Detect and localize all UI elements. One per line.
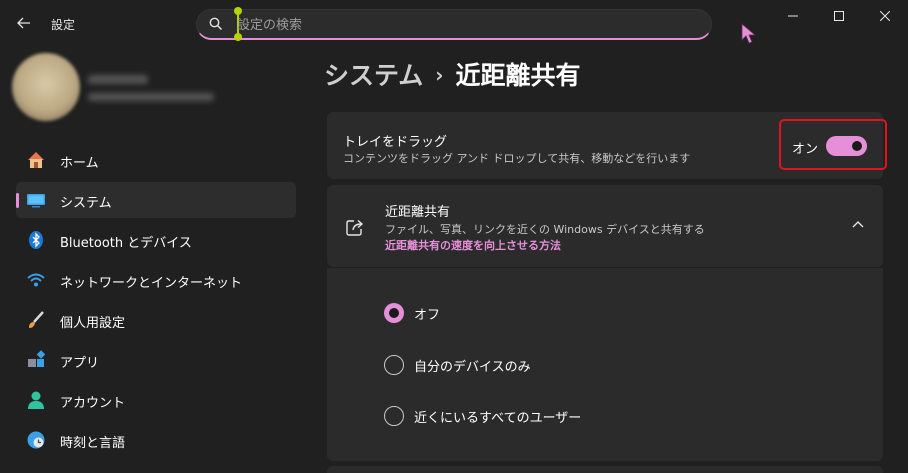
breadcrumb: システム › 近距離共有 [324, 56, 581, 92]
back-arrow-icon [17, 17, 30, 29]
minimize-button[interactable] [770, 0, 816, 32]
sidebar-item-home[interactable]: ホーム [16, 142, 296, 178]
radio-label: 自分のデバイスのみ [414, 359, 531, 375]
search-icon [209, 17, 223, 31]
sidebar-item-network[interactable]: ネットワークとインターネット [16, 262, 296, 298]
user-name-blurred [88, 75, 148, 84]
nearby-sharing-options-panel: オフ 自分のデバイスのみ 近くにいるすべてのユーザー [327, 268, 883, 461]
back-button[interactable] [10, 11, 38, 35]
toggle-state-label: オン [792, 142, 819, 157]
sidebar-item-label: システム [60, 196, 112, 211]
nearby-sharing-card-header[interactable]: 近距離共有 ファイル、写真、リンクを近くの Windows デバイスと共有する … [327, 185, 883, 267]
speed-help-link[interactable]: 近距離共有の速度を向上させる方法 [385, 237, 561, 253]
window-controls [770, 0, 908, 32]
breadcrumb-separator-icon: › [435, 63, 444, 87]
radio-button[interactable] [384, 303, 404, 323]
close-icon [880, 11, 890, 21]
active-indicator [16, 193, 19, 208]
sidebar-nav: ホーム システム Bluetooth とデバイス ネットワークとインターネット … [16, 142, 296, 462]
bluetooth-icon [29, 231, 43, 249]
search-box[interactable] [196, 7, 712, 41]
user-email-blurred [88, 93, 214, 101]
maximize-icon [834, 11, 844, 21]
radio-label: 近くにいるすべてのユーザー [414, 410, 582, 426]
sidebar-item-label: Bluetooth とデバイス [60, 236, 192, 251]
page-title: 近距離共有 [455, 61, 581, 90]
minimize-icon [788, 15, 798, 17]
sidebar-item-label: ネットワークとインターネット [60, 276, 243, 291]
sidebar-item-time-language[interactable]: 時刻と言語 [16, 422, 296, 458]
setting-title: 近距離共有 [385, 205, 451, 220]
close-button[interactable] [862, 0, 908, 32]
apps-icon [28, 350, 46, 367]
sidebar-item-accounts[interactable]: アカウント [16, 382, 296, 418]
home-icon [28, 152, 44, 168]
tray-drag-toggle[interactable] [826, 136, 867, 156]
sidebar-item-apps[interactable]: アプリ [16, 342, 296, 378]
mouse-pointer-icon [741, 23, 757, 44]
avatar [12, 53, 80, 121]
account-icon [28, 391, 44, 409]
setting-title: トレイをドラッグ [343, 135, 448, 150]
sidebar-item-system[interactable]: システム [16, 182, 296, 218]
radio-label: オフ [414, 307, 441, 323]
app-title: 設定 [51, 18, 76, 32]
share-icon [346, 219, 364, 236]
setting-description: ファイル、写真、リンクを近くの Windows デバイスと共有する [385, 223, 705, 236]
setting-description: コンテンツをドラッグ アンド ドロップして共有、移動などを行います [343, 152, 691, 165]
next-setting-card [327, 466, 883, 473]
radio-option-my-devices[interactable]: 自分のデバイスのみ [384, 354, 531, 376]
maximize-button[interactable] [816, 0, 862, 32]
chevron-up-icon[interactable] [851, 219, 865, 229]
title-bar: 設定 [0, 0, 908, 44]
sidebar-item-label: ホーム [60, 156, 99, 171]
search-input[interactable] [237, 14, 677, 36]
sidebar-item-label: アカウント [60, 396, 126, 411]
sidebar-item-label: アプリ [60, 356, 100, 371]
user-profile[interactable] [12, 53, 302, 125]
sidebar-item-label: 時刻と言語 [60, 436, 126, 451]
radio-button[interactable] [384, 355, 404, 375]
radio-button[interactable] [384, 406, 404, 426]
sidebar-item-bluetooth[interactable]: Bluetooth とデバイス [16, 222, 296, 258]
breadcrumb-parent[interactable]: システム [324, 61, 423, 90]
radio-option-everyone[interactable]: 近くにいるすべてのユーザー [384, 405, 581, 427]
monitor-icon [27, 194, 45, 208]
sidebar-item-label: 個人用設定 [60, 316, 126, 331]
wifi-icon [27, 273, 45, 287]
sidebar-item-personalization[interactable]: 個人用設定 [16, 302, 296, 338]
radio-option-off[interactable]: オフ [384, 302, 440, 324]
paintbrush-icon [29, 311, 44, 328]
toggle-knob [852, 141, 862, 151]
globe-clock-icon [27, 431, 45, 449]
